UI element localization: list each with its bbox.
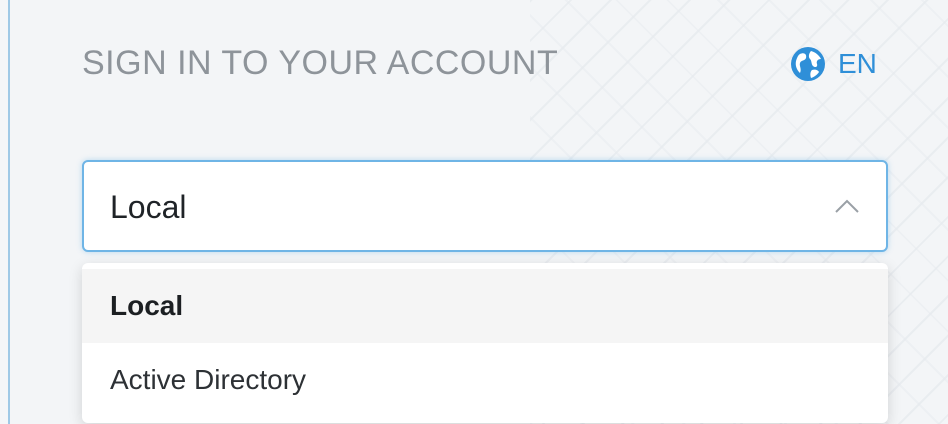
chevron-up-icon <box>835 199 859 213</box>
login-type-option-local[interactable]: Local <box>82 269 888 343</box>
language-code: EN <box>838 48 877 79</box>
login-type-select[interactable]: Local <box>82 160 888 252</box>
page-title: SIGN IN TO YOUR ACCOUNT <box>82 44 559 82</box>
sign-in-panel: SIGN IN TO YOUR ACCOUNT EN Local Local A… <box>8 0 948 424</box>
globe-icon <box>791 47 825 81</box>
login-type-selected-value: Local <box>110 189 187 225</box>
language-selector[interactable]: EN <box>790 46 877 82</box>
login-type-dropdown: Local Active Directory <box>82 263 888 423</box>
login-type-option-active-directory[interactable]: Active Directory <box>82 343 888 417</box>
